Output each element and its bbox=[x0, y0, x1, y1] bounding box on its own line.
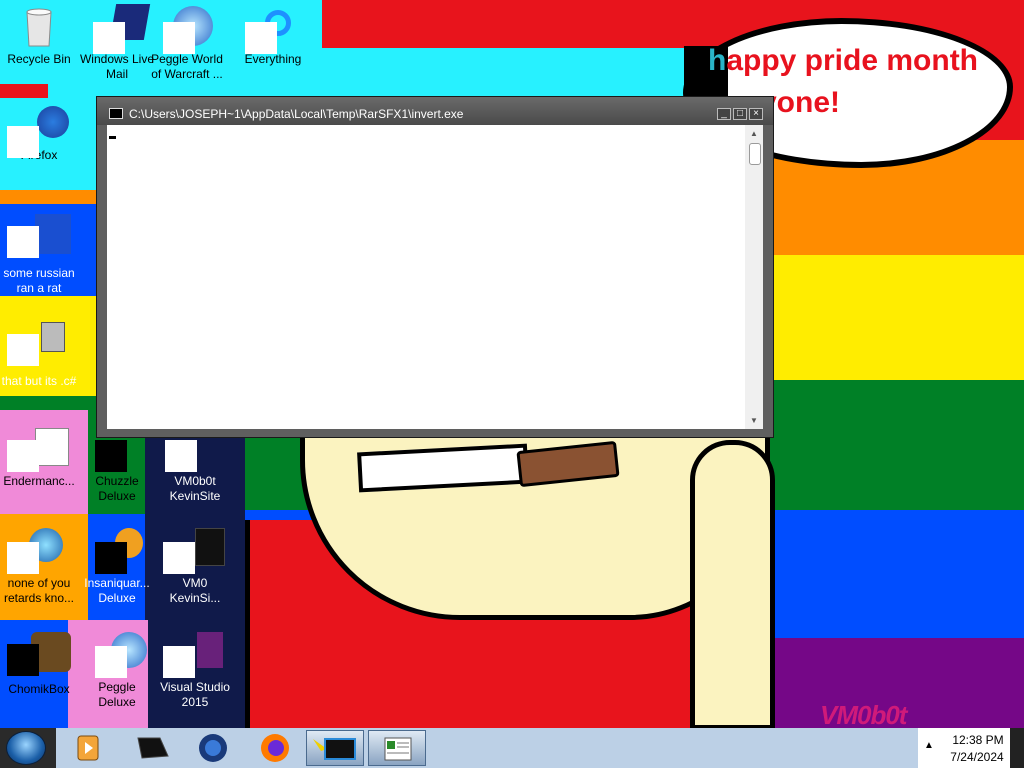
desktop-icon-label: Recycle Bin bbox=[7, 52, 71, 66]
taskbar-unknown-app[interactable] bbox=[122, 730, 180, 766]
console-title: C:\Users\JOSEPH~1\AppData\Local\Temp\Rar… bbox=[129, 107, 464, 121]
taskbar-firefox[interactable] bbox=[246, 730, 304, 766]
speech-bubble-line1: happy pride month bbox=[708, 44, 979, 77]
console-titlebar[interactable]: C:\Users\JOSEPH~1\AppData\Local\Temp\Rar… bbox=[97, 97, 773, 125]
ie-icon bbox=[7, 528, 63, 574]
desktop-icon-chuzzle-deluxe[interactable]: Chuzzle Deluxe bbox=[78, 428, 156, 504]
desktop-icon-insaniquarium-deluxe[interactable]: Insaniquar... Deluxe bbox=[78, 528, 156, 606]
text-cursor bbox=[109, 136, 116, 139]
taskbar-peggle[interactable] bbox=[184, 730, 242, 766]
desktop-icon-label: Everything bbox=[244, 52, 302, 66]
unknown-app-icon bbox=[137, 737, 169, 759]
vertical-scrollbar[interactable]: ▲ ▼ bbox=[745, 125, 763, 429]
desktop-icon-label: Endermanc... bbox=[3, 474, 75, 488]
recycle-bin-icon bbox=[23, 6, 55, 47]
clock-time[interactable]: 12:38 PM bbox=[948, 733, 1008, 747]
start-button[interactable] bbox=[6, 731, 46, 765]
desktop-icon-label: VM0 KevinSi... bbox=[169, 576, 221, 605]
peggle-icon bbox=[199, 734, 227, 762]
green-strip bbox=[0, 396, 68, 410]
desktop-icon-label: Peggle World of Warcraft ... bbox=[151, 52, 223, 81]
desktop-icon-vm0b0t-kevinsite[interactable]: VM0b0t KevinSite bbox=[156, 428, 234, 504]
desktop-icon-label: Peggle Deluxe bbox=[98, 680, 136, 709]
document-icon bbox=[7, 428, 69, 472]
desktop-icon-recycle-bin[interactable]: Recycle Bin bbox=[0, 6, 78, 67]
show-hidden-icons-button[interactable]: ▲ bbox=[924, 740, 934, 751]
desktop-icon-label: that but its .c# bbox=[1, 374, 77, 388]
red-strip bbox=[0, 84, 48, 98]
peggle-icon bbox=[95, 632, 147, 678]
desktop-icon-peggle-deluxe[interactable]: Peggle Deluxe bbox=[78, 632, 156, 710]
chomikbox-icon bbox=[7, 632, 71, 676]
notification-area: ▲ 12:38 PM 7/24/2024 bbox=[918, 728, 1024, 768]
desktop-icon-that-but-its[interactable]: that but its .c# bbox=[0, 322, 78, 389]
console-app-icon bbox=[109, 108, 123, 119]
desktop-icon-label: some russian ran a rat bbox=[3, 266, 75, 295]
desktop-icon-visual-studio-2015[interactable]: Visual Studio 2015 bbox=[156, 632, 234, 710]
desktop-icon-none-of-you[interactable]: none of you retards kno... bbox=[0, 528, 78, 606]
desktop-icon-chomikbox[interactable]: ChomikBox bbox=[0, 632, 78, 697]
taskbar-notepad-window[interactable] bbox=[368, 730, 426, 766]
ie-document-icon bbox=[7, 214, 71, 258]
desktop-icon-everything[interactable]: Everything bbox=[234, 6, 312, 67]
desktop-icon-endermanc[interactable]: Endermanc... bbox=[0, 428, 78, 489]
fish-icon bbox=[95, 528, 143, 574]
desktop-icon-label: Visual Studio 2015 bbox=[160, 680, 230, 709]
taskbar-command-prompt[interactable] bbox=[306, 730, 364, 766]
taskbar: ▲ 12:38 PM 7/24/2024 bbox=[0, 728, 1024, 768]
orange-strip bbox=[0, 190, 48, 204]
console-output-area[interactable]: ▲ ▼ bbox=[107, 125, 763, 429]
desktop-icon-peggle-world-of-warcraft[interactable]: Peggle World of Warcraft ... bbox=[148, 6, 226, 82]
notepad-window-icon bbox=[384, 737, 412, 761]
artist-signature: VM0b0t bbox=[820, 700, 907, 728]
scroll-down-icon[interactable]: ▼ bbox=[749, 416, 759, 425]
character-arm bbox=[690, 440, 775, 728]
stacked-windows-icon bbox=[7, 322, 65, 366]
windows-media-player-icon bbox=[77, 735, 99, 761]
desktop-icon-windows-live-mail[interactable]: Windows Live Mail bbox=[78, 4, 156, 82]
taskbar-windows-media-player[interactable] bbox=[58, 730, 116, 766]
desktop-icon-label: none of you retards kno... bbox=[3, 576, 75, 605]
scroll-up-icon[interactable]: ▲ bbox=[749, 129, 759, 138]
show-desktop-button[interactable] bbox=[1010, 728, 1024, 768]
document-icon bbox=[163, 528, 225, 574]
console-window[interactable]: C:\Users\JOSEPH~1\AppData\Local\Temp\Rar… bbox=[96, 96, 774, 438]
peggle-wow-icon bbox=[163, 6, 213, 54]
firefox-icon bbox=[7, 106, 69, 158]
clock-date[interactable]: 7/24/2024 bbox=[944, 750, 1010, 764]
desktop-icon-firefox[interactable]: Firefox bbox=[0, 106, 78, 163]
desktop-icon-label: Insaniquar... Deluxe bbox=[84, 576, 150, 605]
taskbar-buttons-area bbox=[56, 728, 918, 768]
close-button[interactable]: × bbox=[749, 108, 763, 120]
desktop-icon-label: VM0b0t KevinSite bbox=[169, 474, 221, 503]
desktop-icon-label: Windows Live Mail bbox=[79, 52, 155, 81]
windows-live-mail-icon bbox=[93, 4, 151, 54]
command-prompt-icon bbox=[313, 738, 356, 760]
maximize-button[interactable]: □ bbox=[733, 108, 747, 120]
everything-search-icon bbox=[245, 6, 291, 54]
scrollbar-thumb[interactable] bbox=[749, 143, 761, 165]
visual-studio-icon bbox=[163, 632, 223, 678]
firefox-icon bbox=[261, 734, 289, 762]
minimize-button[interactable]: _ bbox=[717, 108, 731, 120]
desktop-icon-label: Chuzzle Deluxe bbox=[95, 474, 139, 503]
desktop-icon-label: ChomikBox bbox=[8, 682, 70, 696]
desktop-icon-some-russian-ran-a-rat[interactable]: some russian ran a rat bbox=[0, 214, 78, 296]
desktop-icon-vm0-kevinsi[interactable]: VM0 KevinSi... bbox=[156, 528, 234, 606]
